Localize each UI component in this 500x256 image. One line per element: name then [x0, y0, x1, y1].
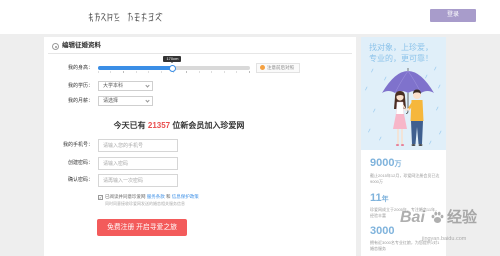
register-button[interactable]: 免费注册 开启寻爱之旅 — [97, 219, 187, 236]
member-count: 21357 — [147, 121, 171, 130]
income-label: 我的月薪： — [67, 98, 93, 104]
education-select[interactable]: 大学本科 — [98, 81, 153, 91]
paw-icon — [431, 211, 444, 223]
target-icon — [52, 43, 59, 50]
slogan-line-2: 专业的，更可靠！ — [369, 54, 433, 63]
education-label: 我的学历： — [67, 83, 93, 89]
phone-input[interactable] — [98, 139, 178, 152]
stat-number: 9000 — [370, 157, 395, 169]
terms-link[interactable]: 服务条款 — [147, 194, 165, 199]
target-icon-dot — [54, 45, 57, 48]
chevron-down-icon — [145, 83, 150, 88]
login-button[interactable]: 登录 — [430, 9, 476, 22]
boy-figure — [407, 89, 424, 146]
announcement-suffix: 位新会员加入珍爱网 — [170, 121, 245, 130]
income-select-value: 请选择 — [103, 98, 119, 104]
password-label: 创建密码： — [67, 160, 93, 166]
top-bar: 登录 — [0, 0, 500, 34]
stat-unit: 年 — [381, 196, 389, 203]
stat-members-value: 9000万 — [370, 157, 401, 171]
baidu-jingyan-watermark: Bai 经验 jingyan.baidu.com — [400, 205, 488, 249]
privacy-policy-link[interactable]: 信息保护政策 — [172, 194, 199, 199]
height-hint-badge: 注意前后对照 — [256, 63, 300, 73]
confirm-password-label: 确认密码： — [67, 177, 93, 183]
education-select-value: 大学本科 — [103, 83, 124, 89]
stat-number: 3000 — [370, 225, 395, 237]
phone-label: 我的手机号： — [62, 142, 93, 148]
panel-header-divider — [48, 53, 352, 54]
warning-dot-icon — [260, 65, 265, 71]
height-value-text: 170cm — [166, 56, 179, 61]
height-slider-fill — [98, 66, 173, 70]
stat-advisors-value: 3000 — [370, 225, 394, 239]
girl-figure — [393, 91, 408, 146]
height-label: 我的身高： — [67, 65, 93, 71]
confirm-password-input[interactable] — [98, 174, 178, 187]
slogan-line-1: 找对象，上珍爱， — [369, 43, 433, 52]
watermark-label: 经验 — [447, 209, 478, 226]
umbrella — [382, 68, 434, 114]
stat-years-value: 11年 — [370, 192, 389, 206]
handwritten-slogan-logo — [88, 12, 163, 22]
agreement-prefix: 已阅读并同意珍爱网 — [105, 194, 147, 199]
tooltip-arrow — [170, 62, 173, 64]
stat-number: 11 — [370, 192, 382, 204]
password-input[interactable] — [98, 157, 178, 170]
announcement-prefix: 今天已有 — [113, 121, 148, 130]
stat-members-description: 截止2015年12月，珍爱网注册会员已达9000万 — [370, 173, 440, 184]
new-member-announcement: 今天已有 21357 位新会员加入珍爱网 — [74, 121, 284, 131]
stat-unit: 万 — [394, 161, 402, 168]
agreement-conjunction: 和 — [164, 194, 172, 199]
watermark-brand: Bai — [400, 209, 425, 226]
chevron-down-icon — [145, 98, 150, 103]
agreement-text: 已阅读并同意珍爱网 服务条款 和 信息保护政策 — [105, 194, 199, 200]
watermark-domain: jingyan.baidu.com — [422, 236, 467, 242]
agreement-note: 同时同意接收珍爱网发送的婚恋相关服务信息 — [105, 201, 185, 206]
agreement-checkbox[interactable]: ✓ — [98, 195, 103, 200]
registration-panel: 编辑征婚资料 我的身高： 170cm 注意前后对照 我的学历： 大学本科 我的月… — [44, 37, 356, 256]
panel-title: 编辑征婚资料 — [62, 42, 101, 49]
height-value-tooltip: 170cm — [163, 56, 182, 64]
income-select[interactable]: 请选择 — [98, 96, 153, 106]
height-hint-text: 注意前后对照 — [267, 65, 294, 70]
height-slider-handle[interactable] — [168, 64, 176, 72]
